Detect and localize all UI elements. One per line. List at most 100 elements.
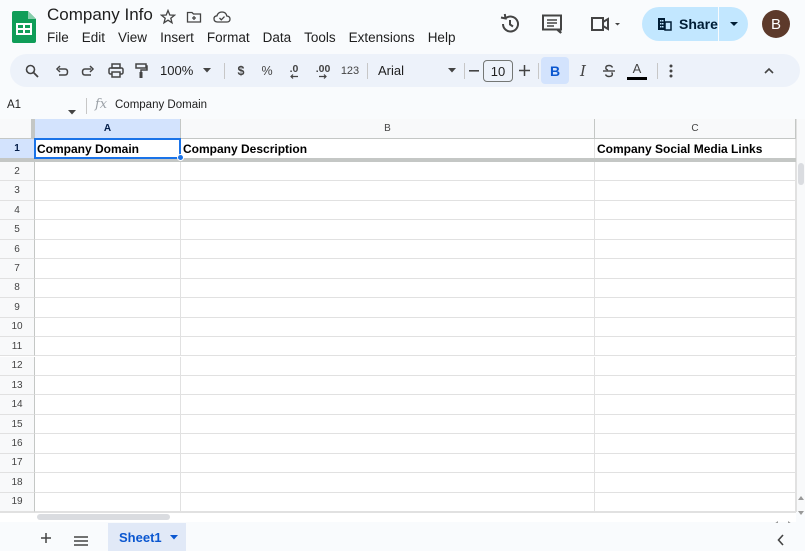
- caret-down-icon[interactable]: [169, 534, 178, 540]
- italic-button[interactable]: I: [573, 54, 593, 87]
- cell-a6[interactable]: [35, 239, 181, 260]
- row-header-1[interactable]: 1: [0, 139, 35, 159]
- cell-a18[interactable]: [35, 473, 181, 493]
- cell-b2[interactable]: [181, 162, 595, 182]
- cell-a10[interactable]: [35, 317, 181, 338]
- row-header-11[interactable]: 11: [0, 337, 35, 357]
- menu-format[interactable]: Format: [207, 30, 250, 45]
- cell-c3[interactable]: [595, 181, 796, 201]
- horizontal-scroll-thumb[interactable]: [37, 514, 170, 520]
- comments-icon[interactable]: [540, 12, 564, 36]
- cell-b16[interactable]: [181, 434, 595, 454]
- cell-c12[interactable]: [595, 356, 796, 376]
- row-header-12[interactable]: 12: [0, 356, 35, 376]
- share-button[interactable]: Share: [642, 7, 748, 41]
- cell-b17[interactable]: [181, 453, 595, 474]
- row-header-5[interactable]: 5: [0, 220, 35, 240]
- cell-a14[interactable]: [35, 395, 181, 415]
- cell-b7[interactable]: [181, 259, 595, 279]
- cell-b15[interactable]: [181, 414, 595, 435]
- formula-input[interactable]: Company Domain: [115, 99, 207, 111]
- cell-a19[interactable]: [35, 492, 181, 512]
- row-header-3[interactable]: 3: [0, 181, 35, 201]
- cell-a3[interactable]: [35, 181, 181, 201]
- collapse-side-panel-icon[interactable]: [777, 533, 785, 551]
- cell-c1[interactable]: Company Social Media Links: [595, 139, 796, 159]
- cell-c17[interactable]: [595, 453, 796, 474]
- paint-format-icon[interactable]: [131, 54, 151, 87]
- font-family-select[interactable]: Arial: [378, 54, 456, 87]
- all-sheets-icon[interactable]: [74, 533, 88, 551]
- spreadsheet-grid[interactable]: A B C 1 2 3 4 5 6 7 8 9 10 11 12 13 14 15 16 17 18 19 Comp…: [0, 119, 796, 512]
- cell-c15[interactable]: [595, 414, 796, 435]
- cell-a2[interactable]: [35, 162, 181, 182]
- collapse-toolbar-icon[interactable]: [759, 54, 779, 87]
- cell-b19[interactable]: [181, 492, 595, 512]
- cell-b12[interactable]: [181, 356, 595, 376]
- cell-a13[interactable]: [35, 375, 181, 396]
- cell-b9[interactable]: [181, 298, 595, 318]
- cell-c2[interactable]: [595, 162, 796, 182]
- cell-c7[interactable]: [595, 259, 796, 279]
- cell-c8[interactable]: [595, 278, 796, 299]
- row-header-19[interactable]: 19: [0, 492, 35, 512]
- row-header-2[interactable]: 2: [0, 162, 35, 182]
- cell-b10[interactable]: [181, 317, 595, 338]
- menu-help[interactable]: Help: [428, 30, 456, 45]
- cell-b4[interactable]: [181, 200, 595, 221]
- move-folder-icon[interactable]: [186, 9, 202, 25]
- row-header-4[interactable]: 4: [0, 200, 35, 221]
- star-icon[interactable]: [159, 8, 177, 25]
- bold-button[interactable]: B: [541, 57, 569, 84]
- sheet-tab-sheet1[interactable]: Sheet1: [108, 523, 186, 551]
- cell-a8[interactable]: [35, 278, 181, 299]
- name-box-dropdown-icon[interactable]: [68, 102, 76, 120]
- cell-b5[interactable]: [181, 220, 595, 240]
- vertical-scroll-thumb[interactable]: [798, 163, 804, 185]
- row-header-18[interactable]: 18: [0, 473, 35, 493]
- row-header-7[interactable]: 7: [0, 259, 35, 279]
- cloud-saved-icon[interactable]: [213, 9, 231, 25]
- column-header-b[interactable]: B: [181, 119, 595, 139]
- cell-c11[interactable]: [595, 337, 796, 357]
- row-header-6[interactable]: 6: [0, 239, 35, 260]
- cell-c18[interactable]: [595, 473, 796, 493]
- row-header-16[interactable]: 16: [0, 434, 35, 454]
- menu-extensions[interactable]: Extensions: [349, 30, 415, 45]
- menu-data[interactable]: Data: [263, 30, 292, 45]
- cell-b13[interactable]: [181, 375, 595, 396]
- percent-format-button[interactable]: %: [258, 54, 276, 87]
- version-history-icon[interactable]: [498, 12, 522, 36]
- redo-icon[interactable]: [78, 54, 98, 87]
- cell-c9[interactable]: [595, 298, 796, 318]
- cell-b6[interactable]: [181, 239, 595, 260]
- cell-c5[interactable]: [595, 220, 796, 240]
- add-sheet-icon[interactable]: [40, 531, 52, 549]
- cell-a11[interactable]: [35, 337, 181, 357]
- cell-b11[interactable]: [181, 337, 595, 357]
- row-header-9[interactable]: 9: [0, 298, 35, 318]
- undo-icon[interactable]: [52, 54, 72, 87]
- menu-tools[interactable]: Tools: [304, 30, 336, 45]
- cell-b18[interactable]: [181, 473, 595, 493]
- zoom-select[interactable]: 100%: [160, 54, 220, 87]
- cell-b14[interactable]: [181, 395, 595, 415]
- row-header-15[interactable]: 15: [0, 414, 35, 435]
- row-header-10[interactable]: 10: [0, 317, 35, 338]
- cell-a12[interactable]: [35, 356, 181, 376]
- cell-c19[interactable]: [595, 492, 796, 512]
- search-menus-icon[interactable]: [22, 54, 42, 87]
- cell-a16[interactable]: [35, 434, 181, 454]
- cell-b1[interactable]: Company Description: [181, 139, 595, 159]
- cell-c6[interactable]: [595, 239, 796, 260]
- cell-a5[interactable]: [35, 220, 181, 240]
- cell-c16[interactable]: [595, 434, 796, 454]
- menu-edit[interactable]: Edit: [82, 30, 105, 45]
- menu-view[interactable]: View: [118, 30, 147, 45]
- font-size-input[interactable]: 10: [483, 60, 513, 82]
- row-header-8[interactable]: 8: [0, 278, 35, 299]
- cell-c10[interactable]: [595, 317, 796, 338]
- text-color-button[interactable]: A: [625, 54, 649, 87]
- cell-b3[interactable]: [181, 181, 595, 201]
- increase-decimal-button[interactable]: .00: [311, 54, 335, 87]
